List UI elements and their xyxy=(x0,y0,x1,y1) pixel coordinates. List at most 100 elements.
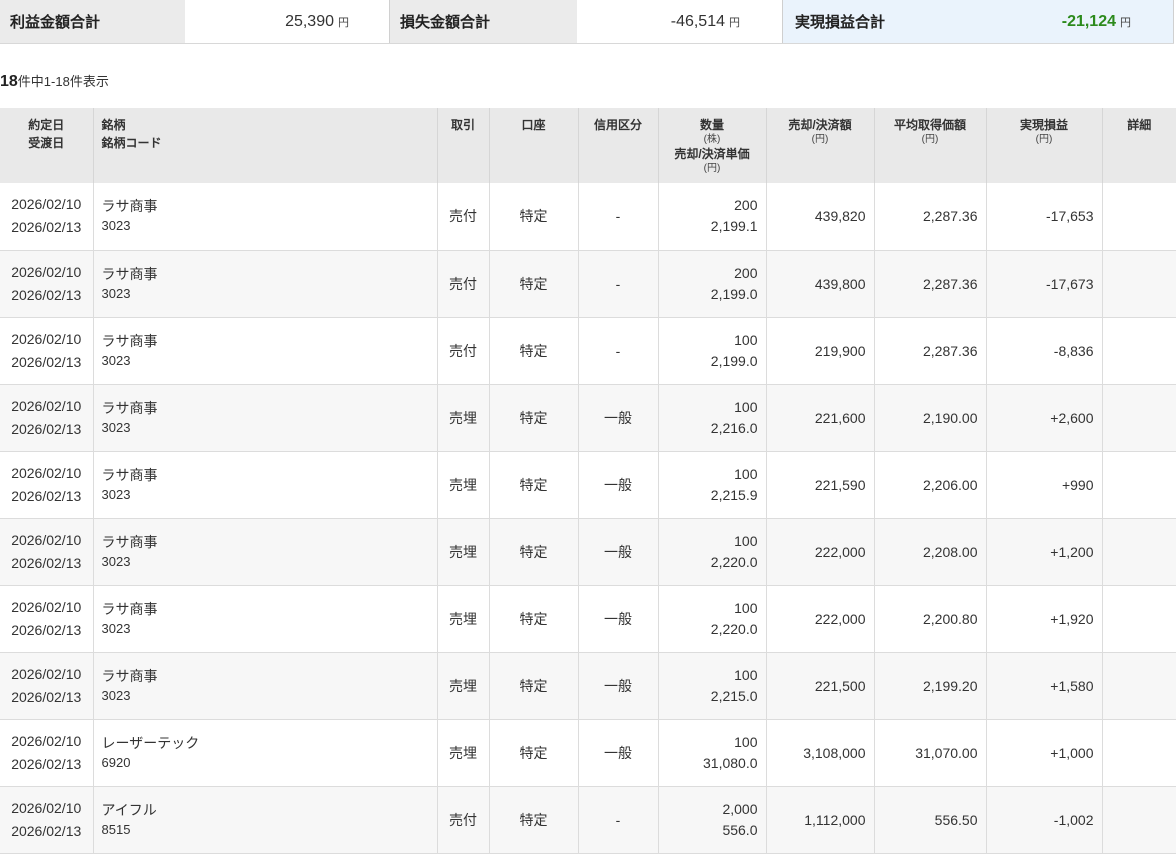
stock-cell: ラサ商事 3023 xyxy=(93,384,438,452)
settle-date: 2026/02/13 xyxy=(11,822,82,839)
unit-price: 31,080.0 xyxy=(703,754,758,771)
profit-total-unit: 円 xyxy=(338,16,349,29)
realized-pl: +1,920 xyxy=(986,585,1103,653)
qty-price-cell: 100 31,080.0 xyxy=(658,719,767,787)
avg-cost: 2,190.00 xyxy=(874,384,987,452)
detail-cell[interactable] xyxy=(1102,317,1176,385)
account-type: 特定 xyxy=(489,183,579,251)
trade-type: 売付 xyxy=(437,317,490,385)
realized-pl: +990 xyxy=(986,451,1103,519)
qty-price-cell: 200 2,199.1 xyxy=(658,183,767,251)
table-header-row: 約定日 受渡日 銘柄 銘柄コード 取引 口座 信用区分 数量 (株) 売却/決済単価(… xyxy=(0,108,1176,183)
qty-price-cell: 100 2,215.9 xyxy=(658,451,767,519)
col-header-dates: 約定日 受渡日 xyxy=(0,108,94,183)
trade-settle-dates: 2026/02/10 2026/02/13 xyxy=(0,250,94,318)
table-row: 2026/02/10 2026/02/13 レーザーテック 6920 売埋 特定 一般 100… xyxy=(0,719,1176,787)
stock-cell: ラサ商事 3023 xyxy=(93,585,438,653)
quantity: 200 xyxy=(734,197,758,214)
detail-cell[interactable] xyxy=(1102,652,1176,720)
trade-type: 売付 xyxy=(437,786,490,854)
profit-total-amount: 25,390 xyxy=(285,12,334,30)
detail-cell[interactable] xyxy=(1102,384,1176,452)
detail-cell[interactable] xyxy=(1102,250,1176,318)
stock-cell: レーザーテック 6920 xyxy=(93,719,438,787)
margin-type: 一般 xyxy=(578,719,659,787)
settle-date: 2026/02/13 xyxy=(11,353,82,370)
trade-date: 2026/02/10 xyxy=(11,330,82,347)
table-row: 2026/02/10 2026/02/13 ラサ商事 3023 売埋 特定 一般 100 2,2… xyxy=(0,518,1176,586)
settle-date: 2026/02/13 xyxy=(11,755,82,772)
qty-price-cell: 100 2,220.0 xyxy=(658,518,767,586)
detail-cell[interactable] xyxy=(1102,451,1176,519)
detail-cell[interactable] xyxy=(1102,183,1176,251)
col-header-realized-pl: 実現損益 (円) xyxy=(986,108,1103,183)
trade-type: 売埋 xyxy=(437,585,490,653)
trade-settle-dates: 2026/02/10 2026/02/13 xyxy=(0,317,94,385)
quantity: 100 xyxy=(734,733,758,750)
qty-price-cell: 100 2,199.0 xyxy=(658,317,767,385)
account-type: 特定 xyxy=(489,384,579,452)
trade-date: 2026/02/10 xyxy=(11,196,82,213)
margin-type: - xyxy=(578,250,659,318)
realized-total-amount: -21,124 xyxy=(1061,12,1116,30)
quantity: 100 xyxy=(734,532,758,549)
avg-cost: 2,287.36 xyxy=(874,317,987,385)
margin-type: 一般 xyxy=(578,652,659,720)
avg-cost: 2,200.80 xyxy=(874,585,987,653)
stock-code: 3023 xyxy=(101,352,131,368)
table-row: 2026/02/10 2026/02/13 ラサ商事 3023 売埋 特定 一般 100 2,2… xyxy=(0,585,1176,653)
account-type: 特定 xyxy=(489,786,579,854)
sale-amount: 221,590 xyxy=(766,451,875,519)
stock-name: ラサ商事 xyxy=(101,667,158,684)
quantity: 100 xyxy=(734,599,758,616)
detail-cell[interactable] xyxy=(1102,518,1176,586)
col-header-detail: 詳細 xyxy=(1102,108,1176,183)
trade-date: 2026/02/10 xyxy=(11,665,82,682)
col-header-qty-price: 数量 (株) 売却/決済単価 (円) xyxy=(658,108,767,183)
stock-cell: ラサ商事 3023 xyxy=(93,451,438,519)
col-header-account: 口座 xyxy=(489,108,579,183)
col-header-margin: 信用区分 xyxy=(578,108,659,183)
qty-price-cell: 100 2,216.0 xyxy=(658,384,767,452)
table-row: 2026/02/10 2026/02/13 ラサ商事 3023 売埋 特定 一般 100 2,2… xyxy=(0,451,1176,519)
realized-pl-table: 約定日 受渡日 銘柄 銘柄コード 取引 口座 信用区分 数量 (株) 売却/決済単価(… xyxy=(0,108,1176,854)
settle-date: 2026/02/13 xyxy=(11,219,82,236)
sale-amount: 439,800 xyxy=(766,250,875,318)
realized-total-value: -21,124 円 xyxy=(942,0,1174,43)
detail-cell[interactable] xyxy=(1102,786,1176,854)
trade-settle-dates: 2026/02/10 2026/02/13 xyxy=(0,585,94,653)
avg-cost: 2,206.00 xyxy=(874,451,987,519)
stock-code: 3023 xyxy=(101,553,131,569)
margin-type: - xyxy=(578,317,659,385)
realized-pl: -1,002 xyxy=(986,786,1103,854)
stock-cell: ラサ商事 3023 xyxy=(93,183,438,251)
settle-date: 2026/02/13 xyxy=(11,286,82,303)
account-type: 特定 xyxy=(489,719,579,787)
table-row: 2026/02/10 2026/02/13 ラサ商事 3023 売埋 特定 一般 100 2,2… xyxy=(0,384,1176,452)
unit-price: 2,215.0 xyxy=(710,687,758,704)
loss-total-amount: -46,514 xyxy=(670,12,725,30)
result-count: 18件中1-18件表示 xyxy=(0,71,109,91)
sale-amount: 3,108,000 xyxy=(766,719,875,787)
unit-price: 2,215.9 xyxy=(710,486,758,503)
stock-name: ラサ商事 xyxy=(101,198,158,215)
stock-cell: ラサ商事 3023 xyxy=(93,652,438,720)
unit-price: 2,199.0 xyxy=(710,285,758,302)
trade-date: 2026/02/10 xyxy=(11,732,82,749)
stock-cell: アイフル 8515 xyxy=(93,786,438,854)
table-row: 2026/02/10 2026/02/13 ラサ商事 3023 売付 特定 - 200 2,19… xyxy=(0,183,1176,251)
stock-code: 3023 xyxy=(101,620,131,636)
detail-cell[interactable] xyxy=(1102,585,1176,653)
qty-price-cell: 2,000 556.0 xyxy=(658,786,767,854)
stock-name: ラサ商事 xyxy=(101,265,158,282)
avg-cost: 2,208.00 xyxy=(874,518,987,586)
loss-total-value: -46,514 円 xyxy=(577,0,782,43)
avg-cost: 2,199.20 xyxy=(874,652,987,720)
sale-amount: 221,600 xyxy=(766,384,875,452)
avg-cost: 31,070.00 xyxy=(874,719,987,787)
quantity: 2,000 xyxy=(722,800,758,817)
detail-cell[interactable] xyxy=(1102,719,1176,787)
settle-date: 2026/02/13 xyxy=(11,420,82,437)
account-type: 特定 xyxy=(489,652,579,720)
trade-date: 2026/02/10 xyxy=(11,799,82,816)
